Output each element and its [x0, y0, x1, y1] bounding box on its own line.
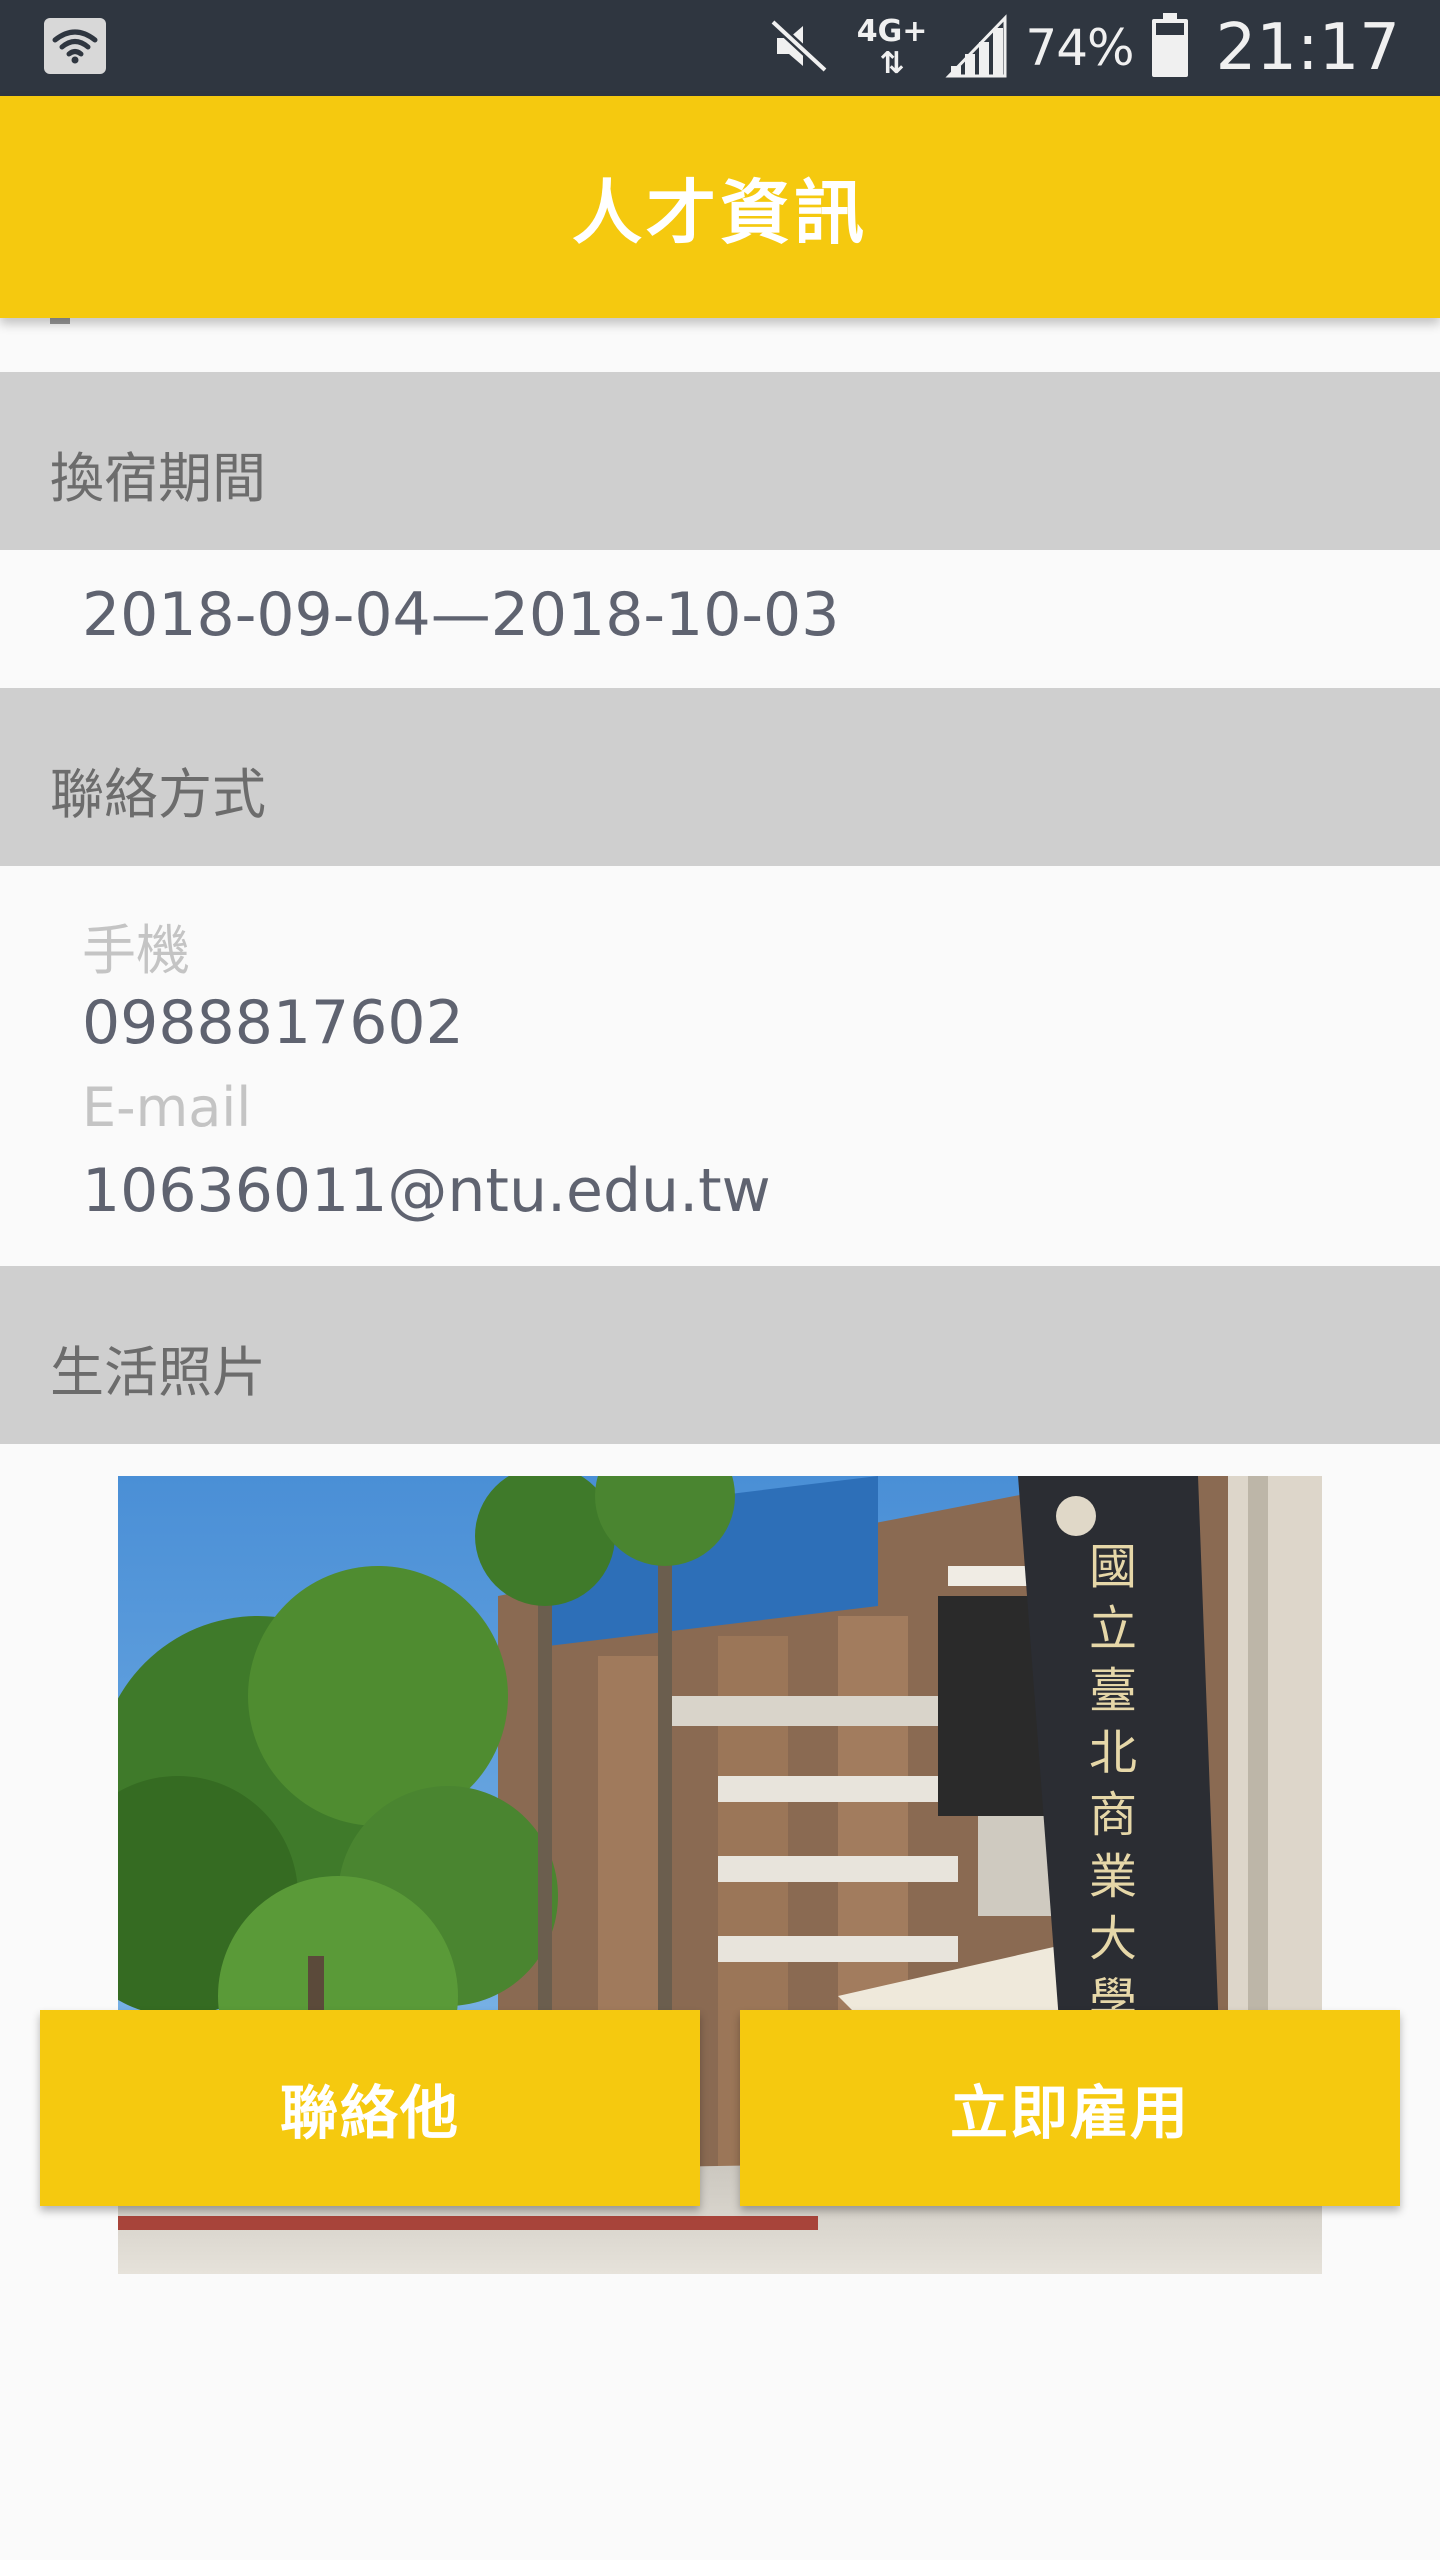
- section-header-period: 換宿期間: [0, 372, 1440, 550]
- mute-icon: [767, 18, 831, 78]
- status-right: 4G+ ⇅ 74% 21:17: [767, 11, 1400, 85]
- contact-button[interactable]: 聯絡他: [40, 2010, 700, 2206]
- section-title-contact: 聯絡方式: [50, 763, 266, 826]
- phone-value[interactable]: 0988817602: [82, 988, 464, 1058]
- content-scroll[interactable]: 換宿期間 2018-09-04—2018-10-03 聯絡方式 手機 09888…: [0, 318, 1440, 2560]
- section-title-period: 換宿期間: [50, 447, 266, 510]
- page-title: 人才資訊: [572, 171, 868, 254]
- email-label: E-mail: [82, 1076, 252, 1139]
- signal-icon: [945, 14, 1009, 82]
- phone-label: 手機: [82, 919, 190, 982]
- battery-percent: 74%: [1025, 19, 1134, 77]
- hire-button-label: 立即雇用: [949, 2079, 1190, 2147]
- data-arrows-icon: ⇅: [879, 46, 905, 81]
- wifi-icon: [44, 18, 106, 74]
- scrolled-text-fragment: [50, 318, 70, 324]
- contact-button-label: 聯絡他: [279, 2079, 460, 2147]
- app-bar: 人才資訊: [0, 96, 1440, 318]
- section-title-photos: 生活照片: [50, 1341, 266, 1404]
- battery-icon: [1150, 13, 1190, 83]
- clock: 21:17: [1215, 11, 1400, 85]
- section-header-contact: 聯絡方式: [0, 688, 1440, 866]
- status-left: [44, 18, 106, 74]
- hire-button[interactable]: 立即雇用: [740, 2010, 1400, 2206]
- network-type: 4G+: [856, 14, 928, 49]
- period-value: 2018-09-04—2018-10-03: [82, 580, 840, 650]
- network-indicator: 4G+ ⇅: [857, 16, 928, 80]
- section-header-photos: 生活照片: [0, 1266, 1440, 1444]
- building-sign-text: 國立臺北商業大學: [1088, 1539, 1137, 2029]
- email-value[interactable]: 10636011@ntu.edu.tw: [82, 1156, 771, 1226]
- status-bar: 4G+ ⇅ 74% 21:17: [0, 0, 1440, 96]
